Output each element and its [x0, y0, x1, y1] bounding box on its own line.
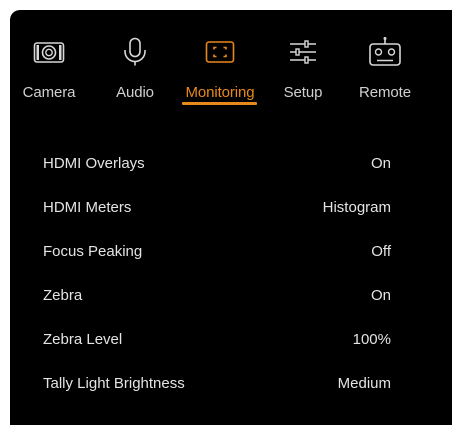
monitoring-frame-icon — [205, 32, 235, 72]
camera-icon — [33, 32, 65, 72]
setting-row-zebra[interactable]: Zebra On — [10, 273, 452, 317]
tab-monitoring[interactable]: Monitoring — [179, 10, 261, 110]
setting-value[interactable]: 100% — [353, 331, 391, 348]
setting-label: Tally Light Brightness — [43, 375, 185, 392]
sliders-icon — [288, 32, 318, 72]
tab-remote[interactable]: Remote — [353, 10, 417, 110]
settings-panel: Camera Audio Monitoring Setup Remote HDM… — [10, 10, 452, 425]
setting-row-zebra-level[interactable]: Zebra Level 100% — [10, 317, 452, 361]
tab-bar: Camera Audio Monitoring Setup Remote — [10, 10, 452, 110]
tab-setup-label: Setup — [283, 84, 323, 101]
active-tab-indicator — [182, 102, 257, 105]
setting-label: Zebra Level — [43, 331, 123, 348]
tab-audio[interactable]: Audio — [107, 10, 163, 110]
setting-row-hdmi-overlays[interactable]: HDMI Overlays On — [10, 141, 452, 185]
setting-label: Zebra — [43, 287, 83, 304]
setting-value[interactable]: Off — [371, 243, 391, 260]
setting-label: HDMI Overlays — [43, 155, 145, 172]
setting-label: HDMI Meters — [43, 199, 132, 216]
setting-value[interactable]: On — [371, 287, 391, 304]
tab-remote-label: Remote — [359, 84, 411, 101]
tab-audio-label: Audio — [116, 84, 154, 101]
setting-value[interactable]: On — [371, 155, 391, 172]
setting-value[interactable]: Histogram — [323, 199, 391, 216]
tab-monitoring-label: Monitoring — [185, 84, 255, 101]
setting-value[interactable]: Medium — [338, 375, 391, 392]
remote-controller-icon — [367, 32, 403, 72]
settings-list: HDMI Overlays On HDMI Meters Histogram F… — [10, 141, 452, 405]
tab-camera[interactable]: Camera — [18, 10, 80, 110]
tab-camera-label: Camera — [22, 84, 76, 101]
setting-row-tally-light-brightness[interactable]: Tally Light Brightness Medium — [10, 361, 452, 405]
tab-setup[interactable]: Setup — [278, 10, 328, 110]
setting-row-hdmi-meters[interactable]: HDMI Meters Histogram — [10, 185, 452, 229]
setting-row-focus-peaking[interactable]: Focus Peaking Off — [10, 229, 452, 273]
microphone-icon — [122, 32, 148, 72]
setting-label: Focus Peaking — [43, 243, 143, 260]
